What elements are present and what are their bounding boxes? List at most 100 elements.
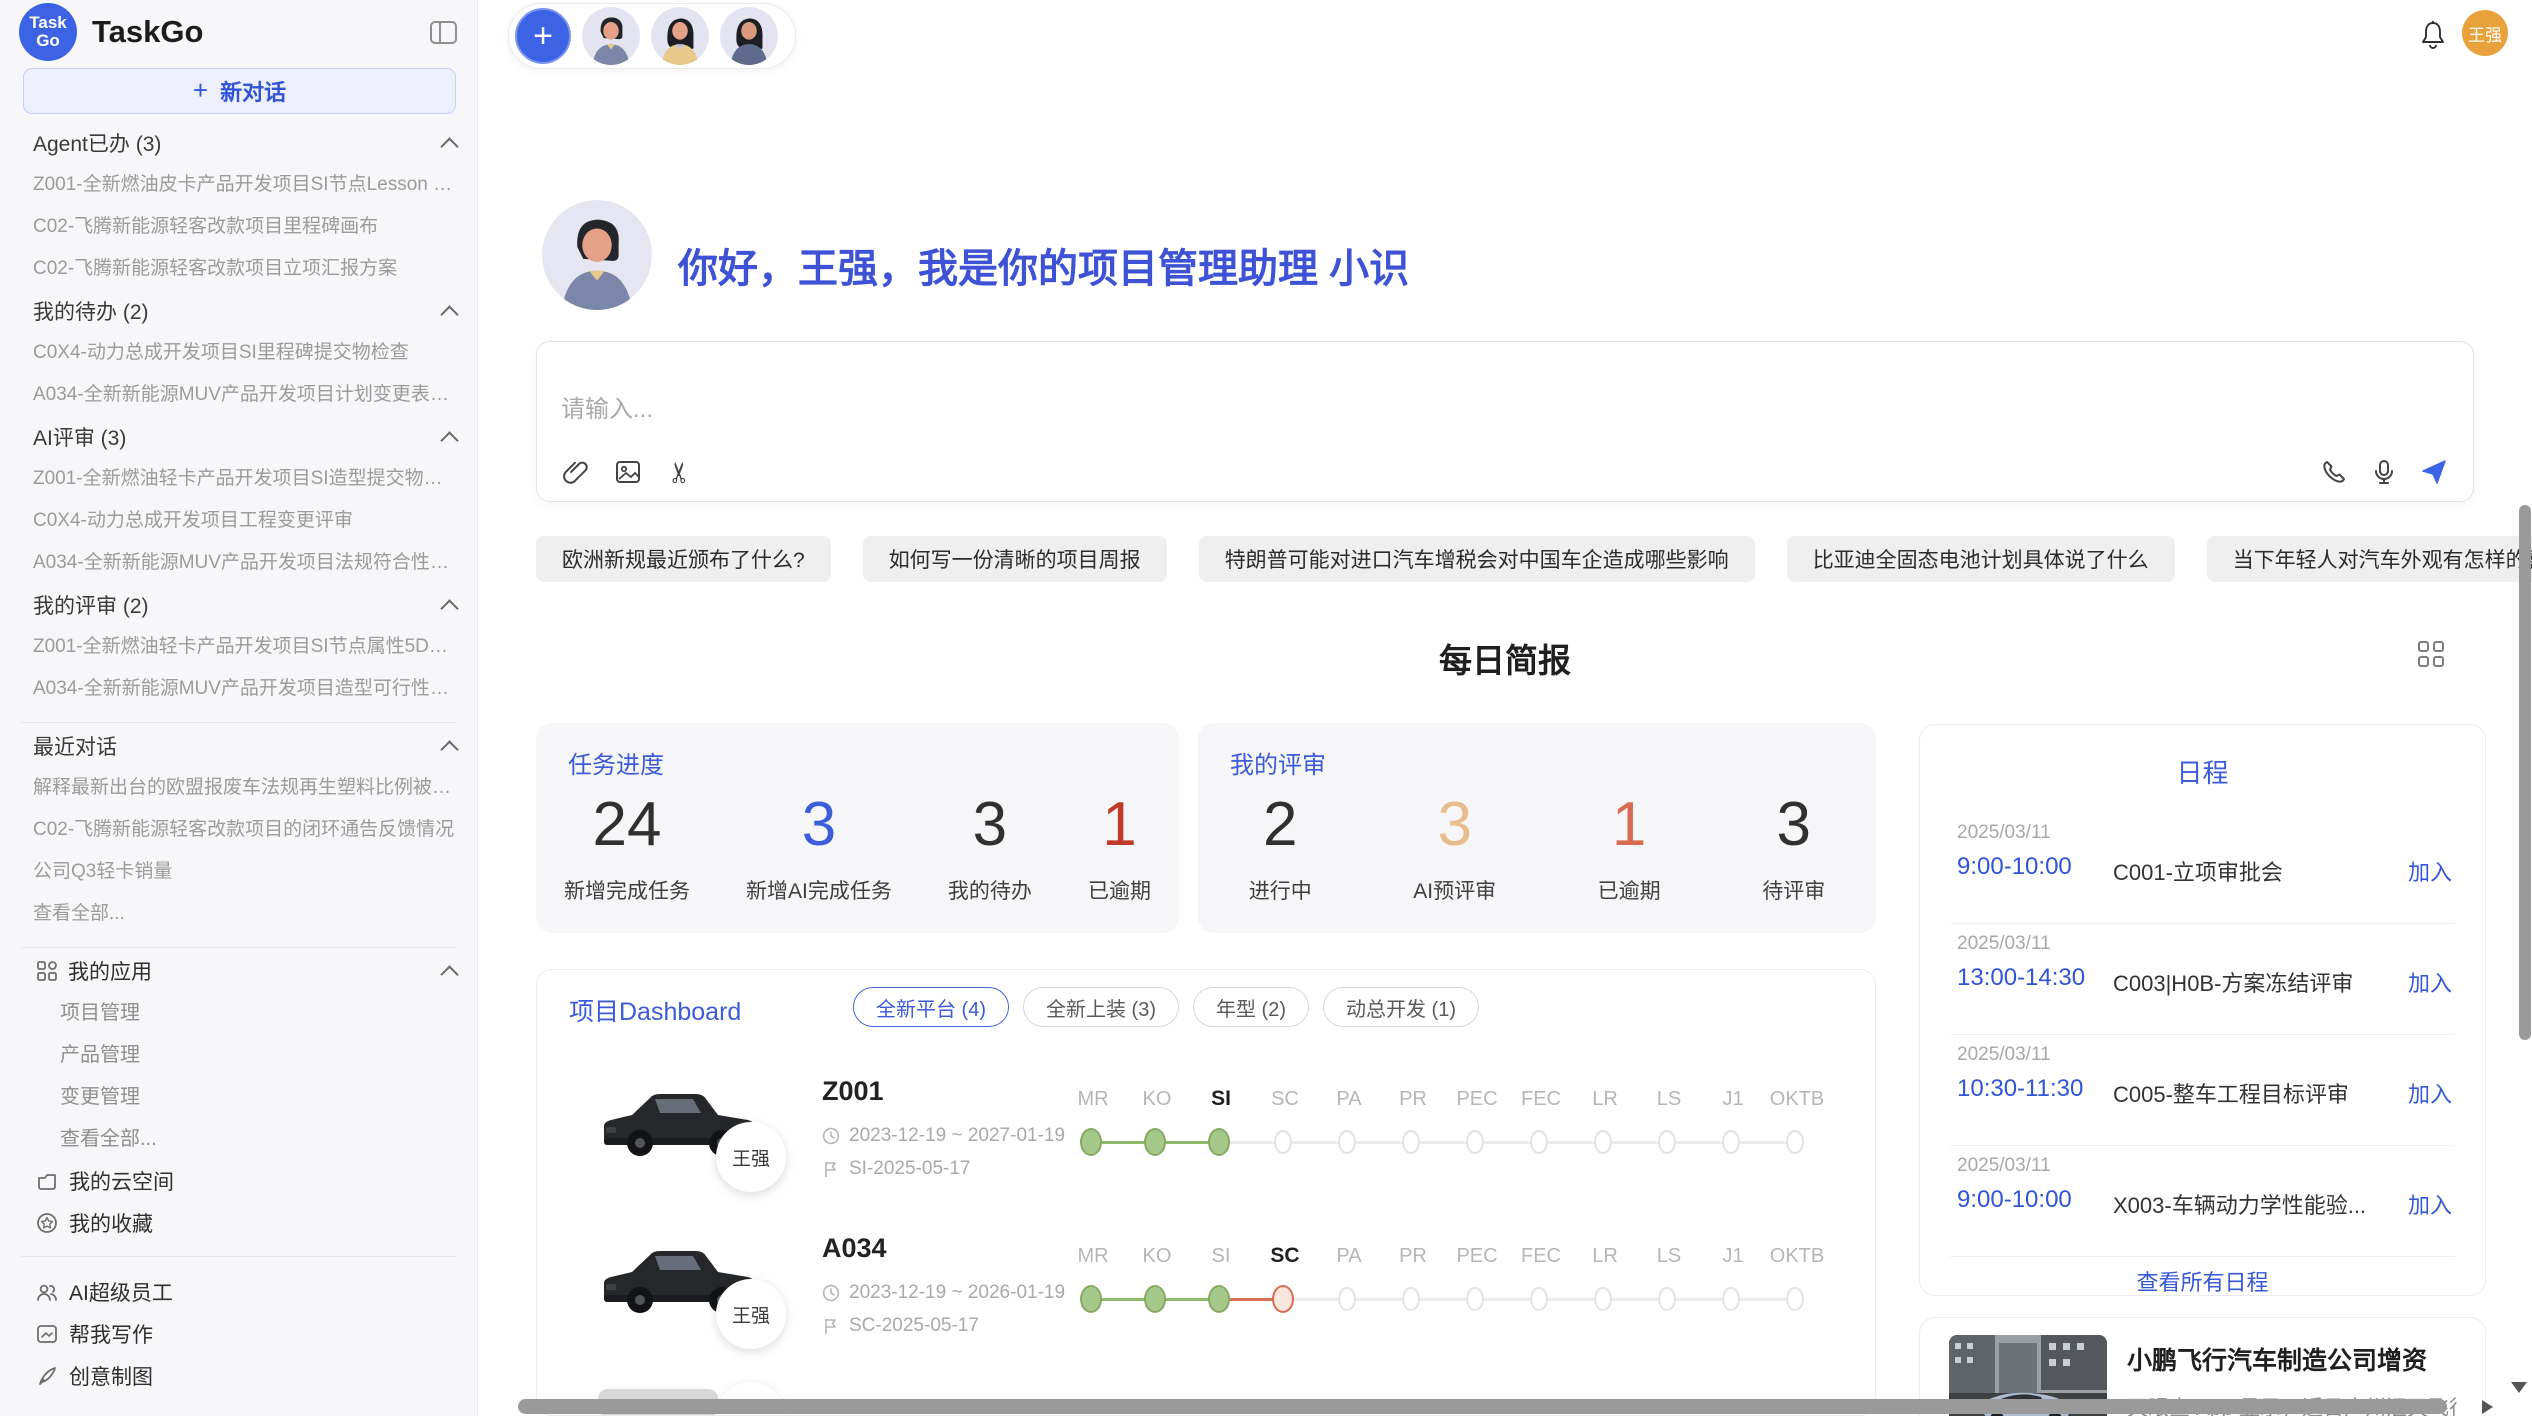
notifications-bell-icon[interactable] <box>2419 20 2447 50</box>
suggestion-chip[interactable]: 当下年轻人对汽车外观有怎样的喜好趋势 <box>2207 536 2532 582</box>
add-agent-button[interactable]: + <box>515 8 571 64</box>
attach-image-icon[interactable] <box>613 457 643 487</box>
user-avatar[interactable]: 王强 <box>2462 10 2508 56</box>
recent-conversations: 最近对话解释最新出台的欧盟报废车法规再生塑料比例被调至15%...C02-飞腾新… <box>33 725 456 935</box>
section-header[interactable]: AI评审 (3) <box>33 416 456 458</box>
suggestion-chip[interactable]: 特朗普可能对进口汽车增税会对中国车企造成哪些影响 <box>1199 536 1755 582</box>
join-meeting-link[interactable]: 加入 <box>2408 1188 2452 1220</box>
join-meeting-link[interactable]: 加入 <box>2408 966 2452 998</box>
milestone-dot-fec <box>1530 1130 1548 1154</box>
screenshot-scissors-icon[interactable]: ✂ <box>665 457 695 487</box>
view-all-conversations-link[interactable]: 查看全部... <box>33 893 456 935</box>
sidebar-item-cloud-space[interactable]: 我的云空间 <box>33 1160 456 1202</box>
clock-icon <box>822 1127 840 1145</box>
milestone-dot-ko <box>1144 1285 1166 1313</box>
dashboard-filter-chip[interactable]: 全新平台 (4) <box>853 987 1009 1027</box>
stat-item: 1已逾期 <box>1088 787 1151 905</box>
agent-avatar-2[interactable] <box>651 7 709 65</box>
section-title: 最近对话 <box>33 731 117 761</box>
schedule-event-title: X003-车辆动力学性能验... <box>2113 1188 2366 1220</box>
project-dates-text: 2023-12-19 ~ 2027-01-19 <box>849 1125 1065 1147</box>
task-item[interactable]: A034-全新新能源MUV产品开发项目计划变更表编写 <box>33 374 456 416</box>
section-header[interactable]: 我的评审 (2) <box>33 584 456 626</box>
my-apps: 我的应用项目管理产品管理变更管理查看全部... <box>33 950 456 1160</box>
app-item[interactable]: 产品管理 <box>33 1034 456 1076</box>
conversation-item[interactable]: C02-飞腾新能源轻客改款项目的闭环通告反馈情况 <box>33 809 456 851</box>
agent-avatar-1[interactable] <box>582 7 640 65</box>
divider <box>21 722 456 723</box>
milestone-dot-j1 <box>1722 1130 1740 1154</box>
suggestion-chip[interactable]: 如何写一份清晰的项目周报 <box>863 536 1167 582</box>
task-item[interactable]: Z001-全新燃油轻卡产品开发项目SI造型提交物评审 <box>33 458 456 500</box>
stat-label: AI预评审 <box>1413 875 1496 905</box>
stat-value: 3 <box>1762 787 1825 863</box>
stat-label: 待评审 <box>1762 875 1825 905</box>
milestone-label: PEC <box>1445 1241 1509 1271</box>
project-dashboard-card: 项目Dashboard 全新平台 (4) 全新上装 (3) 年型 (2) 动总开发 (… <box>536 969 1876 1416</box>
join-meeting-link[interactable]: 加入 <box>2408 855 2452 887</box>
schedule-entry: 2025/03/119:00-10:00X003-车辆动力学性能验...加入 <box>1950 1146 2455 1257</box>
task-item[interactable]: C02-飞腾新能源轻客改款项目里程碑画布 <box>33 206 456 248</box>
task-item[interactable]: Z001-全新燃油皮卡产品开发项目SI节点Lesson Learn报告 <box>33 164 456 206</box>
section-header[interactable]: Agent已办 (3) <box>33 122 456 164</box>
stat-label: 已逾期 <box>1598 875 1661 905</box>
new-chat-button[interactable]: + 新对话 <box>23 68 456 114</box>
sidebar-item-writing[interactable]: 帮我写作 <box>33 1313 456 1355</box>
dashboard-filter-chip[interactable]: 年型 (2) <box>1193 987 1309 1027</box>
stat-value: 1 <box>1088 787 1151 863</box>
recent-conversations-header[interactable]: 最近对话 <box>33 725 456 767</box>
nav-label: 帮我写作 <box>69 1319 153 1349</box>
task-item[interactable]: Z001-全新燃油轻卡产品开发项目SI节点属性5D文件评审 <box>33 626 456 668</box>
dashboard-filter-chip[interactable]: 全新上装 (3) <box>1023 987 1179 1027</box>
project-owner-badge: 王强 <box>716 1279 786 1349</box>
suggestion-chip[interactable]: 欧洲新规最近颁布了什么? <box>536 536 831 582</box>
conversation-item[interactable]: 解释最新出台的欧盟报废车法规再生塑料比例被调至15%... <box>33 767 456 809</box>
task-item[interactable]: A034-全新新能源MUV产品开发项目造型可行性评审 <box>33 668 456 710</box>
sidebar-item-favorites[interactable]: 我的收藏 <box>33 1202 456 1244</box>
scroll-right-arrow-icon[interactable] <box>2482 1400 2493 1414</box>
app-item[interactable]: 变更管理 <box>33 1076 456 1118</box>
sidebar-collapse-icon[interactable] <box>430 21 457 44</box>
agent-avatar-3[interactable] <box>720 7 778 65</box>
milestone-label: PR <box>1381 1084 1445 1114</box>
dashboard-filter-chip[interactable]: 动总开发 (1) <box>1323 987 1479 1027</box>
view-all-apps-link[interactable]: 查看全部... <box>33 1118 456 1160</box>
section-header[interactable]: 我的待办 (2) <box>33 290 456 332</box>
view-all-schedule-link[interactable]: 查看所有日程 <box>1920 1265 2485 1296</box>
new-chat-label: 新对话 <box>220 75 286 107</box>
task-item[interactable]: C0X4-动力总成开发项目SI里程碑提交物检查 <box>33 332 456 374</box>
stat-item: 2进行中 <box>1249 787 1312 905</box>
join-meeting-link[interactable]: 加入 <box>2408 1077 2452 1109</box>
sidebar-item-ai-staff[interactable]: AI超级员工 <box>33 1271 456 1313</box>
suggestion-chip[interactable]: 比亚迪全固态电池计划具体说了什么 <box>1787 536 2175 582</box>
horizontal-scrollbar-thumb[interactable] <box>518 1399 2447 1414</box>
microphone-icon[interactable] <box>2369 457 2399 487</box>
schedule-date: 2025/03/11 <box>1957 822 2051 844</box>
vertical-scrollbar-thumb[interactable] <box>2519 505 2531 1040</box>
milestone-label: SC <box>1253 1084 1317 1114</box>
sidebar-item-drawing[interactable]: 创意制图 <box>33 1355 456 1397</box>
nav-label: 创意制图 <box>69 1361 153 1391</box>
milestone-label: KO <box>1125 1084 1189 1114</box>
milestone-label: PR <box>1381 1241 1445 1271</box>
dashboard-title: 项目Dashboard <box>569 992 741 1028</box>
task-item[interactable]: C02-飞腾新能源轻客改款项目立项汇报方案 <box>33 248 456 290</box>
schedule-time: 13:00-14:30 <box>1957 964 2085 992</box>
milestone-label: SI <box>1189 1241 1253 1271</box>
task-item[interactable]: C0X4-动力总成开发项目工程变更评审 <box>33 500 456 542</box>
send-icon[interactable] <box>2419 457 2449 487</box>
attach-file-icon[interactable] <box>561 457 591 487</box>
app-item[interactable]: 项目管理 <box>33 992 456 1034</box>
apps-icon <box>36 960 58 982</box>
layout-grid-icon[interactable] <box>2418 641 2446 669</box>
conversation-item[interactable]: 公司Q3轻卡销量 <box>33 851 456 893</box>
chat-input[interactable] <box>561 396 1961 424</box>
my-apps-header[interactable]: 我的应用 <box>33 950 456 992</box>
task-item[interactable]: A034-全新新能源MUV产品开发项目法规符合性评审 <box>33 542 456 584</box>
stat-item: 3AI预评审 <box>1413 787 1496 905</box>
scroll-down-arrow-icon[interactable] <box>2511 1382 2527 1393</box>
project-row: 王强Z0012023-12-19 ~ 2027-01-19SI-2025-05-… <box>537 1070 1876 1225</box>
milestone-dot-pr <box>1402 1130 1420 1154</box>
voice-call-icon[interactable] <box>2319 457 2349 487</box>
logo-text-bottom: Go <box>36 32 60 50</box>
